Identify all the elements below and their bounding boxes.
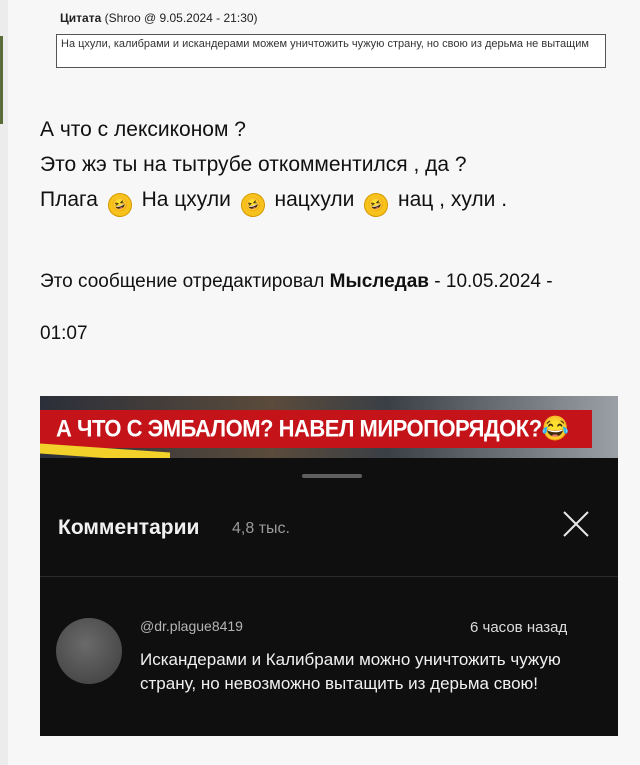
edit-time: 01:07 [40, 323, 88, 344]
comment-text: Искандерами и Калибрами можно уничтожить… [140, 650, 561, 693]
edit-author[interactable]: Мыследав [330, 271, 429, 292]
comments-count: 4,8 тыс. [232, 520, 290, 537]
close-icon[interactable] [560, 508, 592, 540]
banner-text: А ЧТО С ЭМБАЛОМ? НАВЕЛ МИРОПОРЯДОК?😂 [56, 414, 569, 443]
comment-time: 6 часов назад [470, 619, 568, 636]
drag-handle[interactable] [302, 474, 362, 478]
left-edge-accent [0, 36, 3, 124]
message-line-2: Это жэ ты на тытрубе откомментился , да … [40, 153, 467, 176]
laughing-emoji-icon: 😆 [361, 189, 392, 221]
edit-notice: Это сообщение отредактировал Мыследав - … [40, 271, 553, 293]
message-part-4: нац , хули . [398, 188, 508, 211]
laughing-emoji-icon: 😆 [237, 189, 268, 221]
quote-label: Цитата [60, 11, 102, 25]
quote-text: На цхули, калибрами и искандерами можем … [61, 38, 589, 50]
message-line-3: Плага 😆 На цхули 😆 нацхули 😆 нац , хули … [40, 188, 508, 221]
divider [40, 576, 618, 577]
message-part-1: Плага [40, 188, 98, 211]
comments-sheet: Комментарии 4,8 тыс. @dr.plague8419 6 ча… [40, 458, 618, 736]
embedded-screenshot[interactable]: А ЧТО С ЭМБАЛОМ? НАВЕЛ МИРОПОРЯДОК?😂 Ком… [40, 396, 618, 736]
message-line-1: А что с лексиконом ? [40, 118, 246, 141]
comment-username[interactable]: @dr.plague8419 [140, 618, 243, 634]
laughing-emoji-icon: 😆 [104, 189, 135, 221]
quote-meta: (Shroo @ 9.05.2024 - 21:30) [104, 11, 258, 25]
quote-box: На цхули, калибрами и искандерами можем … [56, 34, 606, 68]
quote-header: Цитата (Shroo @ 9.05.2024 - 21:30) [60, 11, 258, 25]
message-part-2: На цхули [141, 188, 231, 211]
message-part-3: нацхули [274, 188, 355, 211]
edit-prefix: Это сообщение отредактировал [40, 271, 325, 292]
comments-title: Комментарии [58, 516, 200, 539]
avatar[interactable] [56, 618, 122, 684]
edit-date: - 10.05.2024 - [434, 271, 553, 292]
